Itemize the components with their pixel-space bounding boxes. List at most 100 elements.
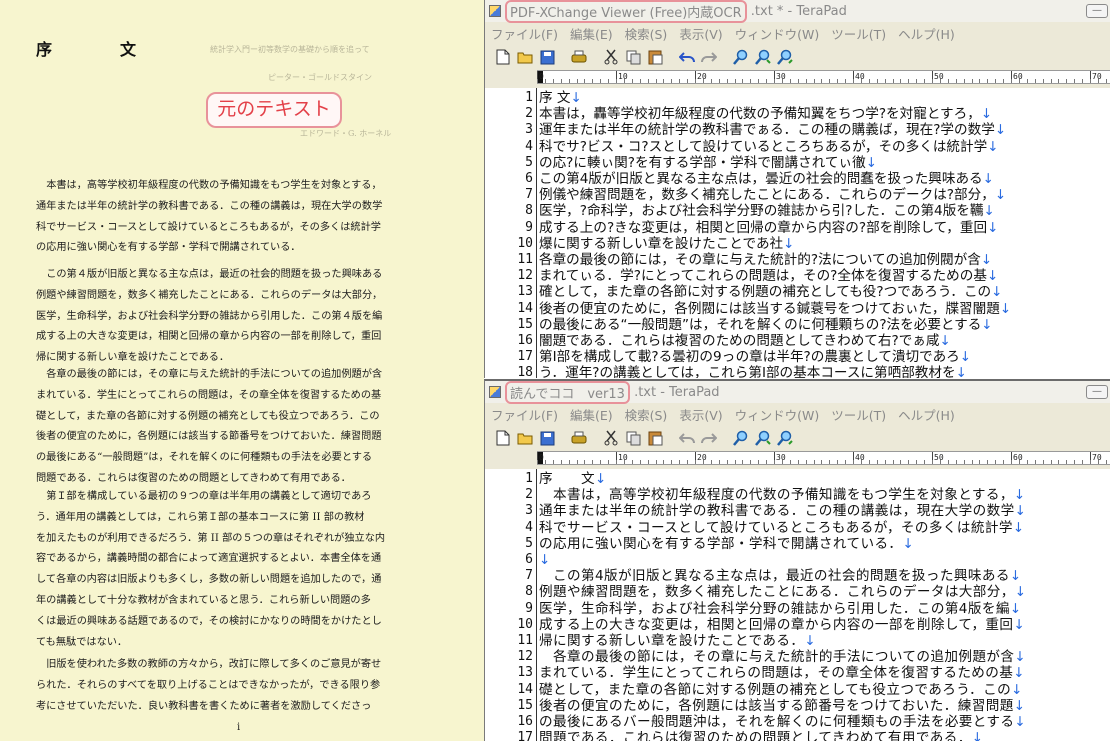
ruler-tick [663, 460, 665, 464]
menu-tools[interactable]: ツール(T) [831, 24, 886, 43]
menu-help[interactable]: ヘルプ(H) [898, 405, 955, 424]
menu-view[interactable]: 表示(V) [679, 24, 722, 43]
line-text: 第I部を構成して載?る曇初の9っの章は半年?の農裏として潰切であろ↓ [539, 349, 1110, 365]
paste-icon[interactable] [645, 428, 665, 448]
editor-line[interactable]: 6 ↓ [485, 552, 1110, 568]
line-number: 7 [525, 187, 533, 203]
editor-line[interactable]: 12 各章の最後の節には，その章に与えた統計的手法についての追加例題が含↓ [485, 649, 1110, 665]
editor-line[interactable]: 17 問題である．これらは復習のための問題としてきわめて有用である．↓ [485, 730, 1110, 741]
open-folder-icon[interactable] [515, 47, 535, 67]
redo-icon[interactable] [699, 47, 719, 67]
editor-line[interactable]: 17 第I部を構成して載?る曇初の9っの章は半年?の農裏として潰切であろ↓ [485, 349, 1110, 365]
print-icon[interactable] [569, 428, 589, 448]
editor-line[interactable]: 1 序 文↓ [485, 471, 1110, 487]
find-next-icon[interactable] [753, 47, 773, 67]
menu-file[interactable]: ファイル(F) [491, 24, 558, 43]
editor-line[interactable]: 16 闇題である．これらは複習のための問題としてきわめて右?でぁ咸↓ [485, 333, 1110, 349]
new-file-icon[interactable] [493, 428, 513, 448]
menu-help[interactable]: ヘルプ(H) [898, 24, 955, 43]
paste-icon[interactable] [645, 47, 665, 67]
menu-tools[interactable]: ツール(T) [831, 405, 886, 424]
editor-line[interactable]: 14 後者の便宜のために，各例閥には該当する鍼蓑号をつけておぃた，牒習闇題↓ [485, 301, 1110, 317]
menu-window[interactable]: ウィンドウ(W) [735, 405, 820, 424]
editor-line[interactable]: 2 本書は，高等学校初年級程度の代数の予備知識をもつ学生を対象とする，↓ [485, 487, 1110, 503]
editor-line[interactable]: 7 この第4版が旧版と異なる主な点は，最近の社会的問題を扱った興味ある↓ [485, 568, 1110, 584]
find-next-icon[interactable] [753, 428, 773, 448]
undo-icon[interactable] [677, 428, 697, 448]
newline-mark-icon: ↓ [1013, 616, 1026, 633]
text-editor-area[interactable]: 1序 文↓ 2 本書は，高等学校初年級程度の代数の予備知識をもつ学生を対象とする，… [485, 469, 1110, 741]
editor-line[interactable]: 11 各章の最後の節には，その章に与えた統計的?法についての追加例閥が含↓ [485, 252, 1110, 268]
ruler-tick [876, 79, 878, 83]
editor-line[interactable]: 10 爆に関する新しい章を設けたことであ社↓ [485, 236, 1110, 252]
menu-view[interactable]: 表示(V) [679, 405, 722, 424]
menu-edit[interactable]: 編集(E) [570, 405, 613, 424]
save-icon[interactable] [537, 47, 557, 67]
ruler-tick [600, 79, 602, 83]
open-folder-icon[interactable] [515, 428, 535, 448]
editor-line[interactable]: 11 帰に関する新しい章を設けたことである．↓ [485, 633, 1110, 649]
editor-line[interactable]: 4 科でサ?ビス・コ?スとして設けているところちあるが，その多くは統計学↓ [485, 139, 1110, 155]
redo-icon[interactable] [699, 428, 719, 448]
editor-line[interactable]: 15 後者の便宜のために，各例題には該当する節番号をつけておいた．練習問題↓ [485, 698, 1110, 714]
editor-line[interactable]: 13 確として，また章の各節に対する例題の補充としても役?つであろう．この↓ [485, 284, 1110, 300]
editor-line[interactable]: 8 医学，?命科学，および社会科学分野の雑誌から引?した．この第4版を韉↓ [485, 203, 1110, 219]
minimize-button[interactable]: — [1086, 385, 1108, 399]
ruler-tick [908, 79, 910, 83]
editor-line[interactable]: 10 成する上の大きな変更は，相関と回帰の章から内容の一部を削除して，重回↓ [485, 617, 1110, 633]
terapad-window-ocr[interactable]: PDF-XChange Viewer (Free)内蔵OCR .txt * - … [484, 0, 1110, 378]
minimize-button[interactable]: — [1086, 4, 1108, 18]
editor-line[interactable]: 18 う．運年?の講義としては，これら第I部の基本コースに第哂部教材を↓ [485, 365, 1110, 378]
cut-icon[interactable] [601, 428, 621, 448]
line-content: 本書は，轟等学校初年級程度の代数の予備知翼をちつ学?を対寵とすろ， [539, 106, 981, 123]
line-content: 科でサービス・コースとして設けているところもあるが，その多くは統計学 [539, 519, 1013, 536]
line-text: ↓ [539, 552, 1110, 568]
editor-line[interactable]: 4 科でサービス・コースとして設けているところもあるが，その多くは統計学↓ [485, 520, 1110, 536]
editor-line[interactable]: 13 まれている．学生にとってこれらの問題は，その章全体を復習するための基↓ [485, 665, 1110, 681]
line-content: の応?に輳ぃ関?を有する学部・学科で闇講されてぃ徹 [539, 154, 866, 171]
editor-line[interactable]: 8 例題や練習問題を，数多く補充したことにある．これらのデータは大部分，↓ [485, 584, 1110, 600]
find-icon[interactable] [731, 47, 751, 67]
menu-file[interactable]: ファイル(F) [491, 405, 558, 424]
save-icon[interactable] [537, 428, 557, 448]
editor-line[interactable]: 14 礎として，また章の各節に対する例題の補充としても役立つであろう．この↓ [485, 682, 1110, 698]
editor-line[interactable]: 1 序 文↓ [485, 90, 1110, 106]
newline-mark-icon: ↓ [902, 535, 915, 552]
find-prev-icon[interactable] [775, 428, 795, 448]
editor-line[interactable]: 9 医学，生命科学，および社会科学分野の雑誌から引用した．この第4版を編↓ [485, 601, 1110, 617]
editor-line[interactable]: 5 の応用に強い関心を有する学部・学科で開講されている．↓ [485, 536, 1110, 552]
editor-line[interactable]: 12 まれてぃる．学?にとってこれらの問題は，その?全体を復習するための基↓ [485, 268, 1110, 284]
copy-icon[interactable] [623, 47, 643, 67]
title-bar[interactable]: 読んでココ ver13 .txt - TeraPad — [485, 381, 1110, 404]
copy-icon[interactable] [623, 428, 643, 448]
editor-line[interactable]: 2 本書は，轟等学校初年級程度の代数の予備知翼をちつ学?を対寵とすろ，↓ [485, 106, 1110, 122]
menu-edit[interactable]: 編集(E) [570, 24, 613, 43]
ruler-tick [805, 460, 807, 464]
toolbar-separator [721, 428, 729, 448]
editor-line[interactable]: 5 の応?に輳ぃ関?を有する学部・学科で闇講されてぃ徹↓ [485, 155, 1110, 171]
ruler-tick [971, 460, 973, 464]
menu-search[interactable]: 検索(S) [625, 24, 668, 43]
editor-line[interactable]: 15 の最後にある“一般問題”は，それを解くのに何種顆ちの?法を必要とする↓ [485, 317, 1110, 333]
editor-line[interactable]: 16 の最後にあるバー般問題沖は，それを解くのに何種類もの手法を必要とする↓ [485, 714, 1110, 730]
undo-icon[interactable] [677, 47, 697, 67]
editor-line[interactable]: 7 例儀や練習問題を，数多く補充したことにある．これらのデークは?部分，↓ [485, 187, 1110, 203]
print-icon[interactable] [569, 47, 589, 67]
editor-line[interactable]: 3 運年または半年の統計学の教科書でぁる．この種の購義ば，現在?学の数学↓ [485, 122, 1110, 138]
cut-icon[interactable] [601, 47, 621, 67]
menu-window[interactable]: ウィンドウ(W) [735, 24, 820, 43]
title-bar[interactable]: PDF-XChange Viewer (Free)内蔵OCR .txt * - … [485, 0, 1110, 23]
find-icon[interactable] [731, 428, 751, 448]
line-text: 確として，また章の各節に対する例題の補充としても役?つであろう．この↓ [539, 284, 1110, 300]
ruler-tick [837, 460, 839, 464]
editor-line[interactable]: 3 通年または半年の統計学の教科書である．この種の講義は，現在大学の数学↓ [485, 503, 1110, 519]
editor-line[interactable]: 9 成する上の?きな変更は，相関と回帰の章から内容の?部を削除して，重回↓ [485, 220, 1110, 236]
line-number: 16 [517, 333, 533, 348]
terapad-window-yondekoko[interactable]: 読んでココ ver13 .txt - TeraPad — ファイル(F) 編集(… [484, 379, 1110, 741]
line-content: この第4版が旧版と異なる主な点は，最近の社会的問題を扱った興味ある [539, 568, 1010, 585]
editor-line[interactable]: 6 この第4版が旧版と異なる主な点は，曇近の社会的問蠢を扱った興味ある↓ [485, 171, 1110, 187]
menu-search[interactable]: 検索(S) [625, 405, 668, 424]
new-file-icon[interactable] [493, 47, 513, 67]
find-prev-icon[interactable] [775, 47, 795, 67]
text-editor-area[interactable]: 1序 文↓ 2 本書は，轟等学校初年級程度の代数の予備知翼をちつ学?を対寵とすろ，↓… [485, 88, 1110, 378]
